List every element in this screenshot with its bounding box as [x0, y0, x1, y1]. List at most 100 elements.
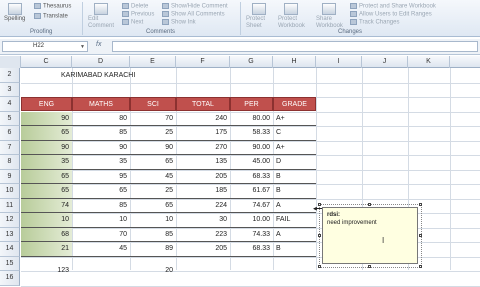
- cell-c5[interactable]: 90: [21, 111, 72, 126]
- cell-c8[interactable]: 35: [21, 155, 72, 170]
- edit-comment-button[interactable]: Edit Comment: [88, 16, 118, 30]
- column-header-k[interactable]: K: [408, 56, 450, 68]
- cell-f6[interactable]: 175: [176, 126, 230, 141]
- comment-box[interactable]: rdsi: need improvement: [322, 207, 418, 264]
- cell-f12[interactable]: 30: [176, 213, 230, 228]
- cell-h8[interactable]: D: [273, 155, 316, 170]
- column-header-i[interactable]: I: [316, 56, 362, 68]
- cell-c16[interactable]: 123: [21, 263, 72, 278]
- name-box[interactable]: H22 ▼: [2, 41, 88, 52]
- cell-c10[interactable]: 65: [21, 184, 72, 199]
- cell-e7[interactable]: 90: [130, 141, 176, 156]
- cell-f9[interactable]: 205: [176, 170, 230, 185]
- cell-e10[interactable]: 25: [130, 184, 176, 199]
- column-header-e[interactable]: E: [130, 56, 176, 68]
- row-header[interactable]: 7: [0, 140, 20, 155]
- cell-d7[interactable]: 90: [72, 141, 130, 156]
- track-changes-button[interactable]: Track Changes: [350, 19, 399, 27]
- protect-sheet-button[interactable]: Protect Sheet: [246, 16, 274, 30]
- protect-workbook-button[interactable]: Protect Workbook: [278, 16, 310, 30]
- column-header-d[interactable]: D: [72, 56, 130, 68]
- cell-h10[interactable]: B: [273, 184, 316, 199]
- cell-d12[interactable]: 10: [72, 213, 130, 228]
- translate-button[interactable]: Translate: [34, 13, 68, 21]
- cell-h5[interactable]: A+: [273, 112, 316, 127]
- column-header-h[interactable]: H: [273, 56, 316, 68]
- cell-c13[interactable]: 68: [21, 227, 72, 242]
- previous-button[interactable]: Previous: [122, 11, 154, 19]
- cell-d14[interactable]: 45: [72, 242, 130, 257]
- cell-e16[interactable]: 20: [130, 263, 176, 278]
- share-workbook-icon[interactable]: [322, 3, 336, 15]
- cell-d9[interactable]: 95: [72, 170, 130, 185]
- cell-c14[interactable]: 21: [21, 242, 72, 257]
- row-header[interactable]: 3: [0, 82, 20, 97]
- cell-h7[interactable]: A+: [273, 141, 316, 156]
- column-header-c[interactable]: C: [21, 56, 72, 68]
- cell-h14[interactable]: B: [273, 242, 316, 257]
- column-header-f[interactable]: F: [176, 56, 230, 68]
- cell-e12[interactable]: 10: [130, 213, 176, 228]
- header-total[interactable]: TOTAL: [176, 97, 230, 111]
- cell-c9[interactable]: 65: [21, 169, 72, 184]
- header-per[interactable]: PER: [230, 97, 273, 111]
- column-header-l[interactable]: [450, 56, 480, 68]
- delete-button[interactable]: Delete: [122, 3, 148, 11]
- cell-e6[interactable]: 25: [130, 126, 176, 141]
- cell-c7[interactable]: 90: [21, 140, 72, 155]
- cell-g9[interactable]: 68.33: [230, 170, 273, 185]
- cell-d11[interactable]: 85: [72, 199, 130, 214]
- formula-input[interactable]: [112, 41, 478, 52]
- row-header[interactable]: 5: [0, 111, 20, 126]
- show-hide-comment-button[interactable]: Show/Hide Comment: [162, 3, 228, 11]
- row-header[interactable]: 6: [0, 126, 20, 141]
- column-header-g[interactable]: G: [230, 56, 273, 68]
- cell-g12[interactable]: 10.00: [230, 213, 273, 228]
- cell-c11[interactable]: 74: [21, 198, 72, 213]
- protect-workbook-icon[interactable]: [284, 3, 298, 15]
- cell-e5[interactable]: 70: [130, 112, 176, 127]
- row-header[interactable]: 4: [0, 97, 20, 112]
- resize-handle[interactable]: [419, 265, 422, 268]
- resize-handle[interactable]: [368, 203, 371, 206]
- row-header[interactable]: 8: [0, 155, 20, 170]
- cell-h11[interactable]: A: [273, 199, 316, 214]
- cell-e11[interactable]: 65: [130, 199, 176, 214]
- resize-handle[interactable]: [318, 203, 321, 206]
- row-header[interactable]: 13: [0, 227, 20, 242]
- cell-h9[interactable]: B: [273, 170, 316, 185]
- row-header[interactable]: 14: [0, 242, 20, 257]
- cell-g5[interactable]: 80.00: [230, 112, 273, 127]
- cell-h12[interactable]: FAIL: [273, 213, 316, 228]
- resize-handle[interactable]: [318, 265, 321, 268]
- fx-icon[interactable]: fx: [96, 41, 101, 48]
- cell-e9[interactable]: 45: [130, 170, 176, 185]
- cell-f14[interactable]: 205: [176, 242, 230, 257]
- sheet-title[interactable]: KARIMABAD KARACHI: [58, 68, 138, 83]
- cell-d8[interactable]: 35: [72, 155, 130, 170]
- comment-icon[interactable]: [94, 3, 108, 15]
- resize-handle[interactable]: [368, 265, 371, 268]
- cell-h13[interactable]: A: [273, 228, 316, 243]
- row-header[interactable]: 11: [0, 198, 20, 213]
- header-grade[interactable]: GRADE: [273, 97, 316, 111]
- chevron-down-icon[interactable]: ▼: [80, 43, 85, 52]
- comment-text[interactable]: need improvement: [327, 219, 413, 227]
- row-header[interactable]: 9: [0, 169, 20, 184]
- protect-share-button[interactable]: Protect and Share Workbook: [350, 3, 436, 11]
- cell-g11[interactable]: 74.67: [230, 199, 273, 214]
- header-eng[interactable]: ENG: [21, 97, 72, 111]
- next-button[interactable]: Next: [122, 19, 143, 27]
- cell-e13[interactable]: 85: [130, 228, 176, 243]
- cell-d6[interactable]: 85: [72, 126, 130, 141]
- header-sci[interactable]: SCI: [130, 97, 176, 111]
- cell-f8[interactable]: 135: [176, 155, 230, 170]
- cell-g7[interactable]: 90.00: [230, 141, 273, 156]
- resize-handle[interactable]: [419, 234, 422, 237]
- row-header[interactable]: 2: [0, 68, 20, 83]
- cell-d13[interactable]: 70: [72, 228, 130, 243]
- cell-g14[interactable]: 68.33: [230, 242, 273, 257]
- protect-sheet-icon[interactable]: [252, 3, 266, 15]
- cell-f10[interactable]: 185: [176, 184, 230, 199]
- row-header[interactable]: 10: [0, 184, 20, 199]
